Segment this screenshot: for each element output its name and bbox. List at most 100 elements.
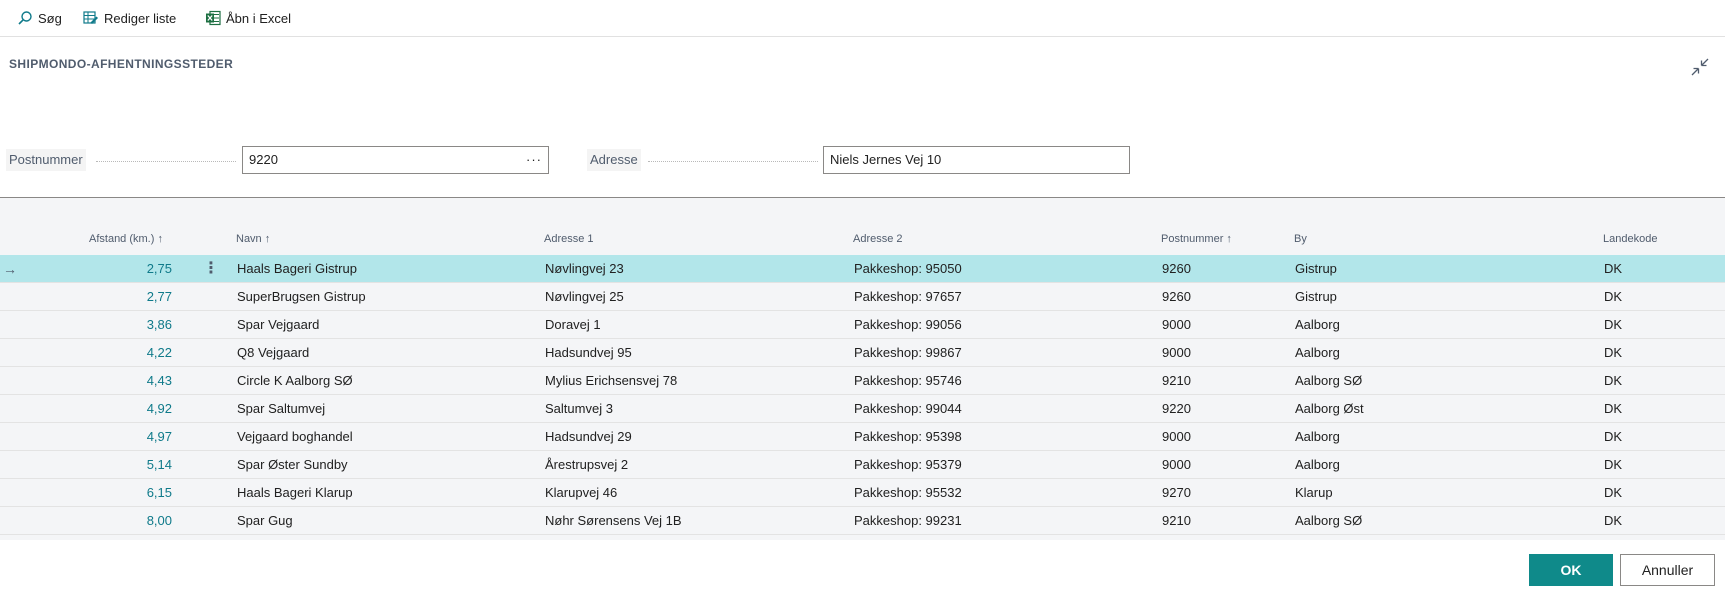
cell-landekode: DK (1604, 457, 1623, 472)
edit-list-button[interactable]: Rediger liste (83, 8, 176, 28)
cell-adresse2: Pakkeshop: 95746 (854, 373, 962, 388)
search-button[interactable]: Søg (17, 8, 62, 28)
table-row[interactable]: 8,00 Spar Gug Nøhr Sørensens Vej 1B Pakkesh… (0, 507, 1725, 535)
sort-arrow-icon: ↑ (264, 233, 271, 245)
cell-adresse2: Pakkeshop: 95532 (854, 485, 962, 500)
column-header-afstand[interactable]: Afstand (km.) ↑ (89, 233, 163, 245)
lookup-ellipsis-icon[interactable]: ··· (526, 147, 542, 173)
cell-by: Aalborg SØ (1295, 513, 1363, 528)
table-row[interactable]: 5,14 Spar Øster Sundby Årestrupsvej 2 Pakke… (0, 451, 1725, 479)
table-row[interactable]: 2,77 SuperBrugsen Gistrup Nøvlingvej 25 Pak… (0, 283, 1725, 311)
cell-afstand[interactable]: 4,97 (92, 423, 172, 451)
cell-navn: Spar Øster Sundby (237, 457, 348, 472)
cell-postnummer: 9000 (1162, 429, 1191, 444)
adresse-leader (648, 161, 818, 162)
table-row[interactable]: 4,43 Circle K Aalborg SØ Mylius Erichsensv… (0, 367, 1725, 395)
cancel-button[interactable]: Annuller (1620, 554, 1715, 586)
cell-navn: Haals Bageri Gistrup (237, 261, 357, 276)
cell-afstand[interactable]: 6,15 (92, 479, 172, 507)
collapse-icon (1691, 58, 1709, 76)
cell-afstand[interactable]: 2,75 (92, 255, 172, 283)
cell-afstand[interactable]: 5,14 (92, 451, 172, 479)
cell-adresse2: Pakkeshop: 97657 (854, 289, 962, 304)
cell-postnummer: 9270 (1162, 485, 1191, 500)
excel-icon (206, 10, 221, 26)
column-header-navn[interactable]: Navn ↑ (236, 233, 270, 245)
cell-navn: Vejgaard boghandel (237, 429, 353, 444)
column-header-landekode[interactable]: Landekode (1603, 233, 1657, 245)
cell-navn: Spar Vejgaard (237, 317, 320, 332)
column-header-adresse1[interactable]: Adresse 1 (544, 233, 594, 245)
cell-adresse2: Pakkeshop: 95379 (854, 457, 962, 472)
cell-by: Klarup (1295, 485, 1333, 500)
cell-afstand[interactable]: 4,43 (92, 367, 172, 395)
column-header-adresse2[interactable]: Adresse 2 (853, 233, 903, 245)
search-icon (18, 11, 32, 25)
page-title: SHIPMONDO-AFHENTNINGSSTEDER (9, 57, 234, 71)
cell-adresse2: Pakkeshop: 99044 (854, 401, 962, 416)
cell-adresse1: Nøvlingvej 25 (545, 289, 624, 304)
cell-adresse1: Årestrupsvej 2 (545, 457, 629, 472)
cell-by: Aalborg SØ (1295, 373, 1363, 388)
edit-list-icon (83, 11, 98, 24)
cell-landekode: DK (1604, 345, 1623, 360)
cell-landekode: DK (1604, 485, 1623, 500)
cell-postnummer: 9000 (1162, 457, 1191, 472)
cell-by: Gistrup (1295, 289, 1337, 304)
cell-adresse1: Nøvlingvej 23 (545, 261, 624, 276)
postnummer-value: 9220 (249, 152, 278, 167)
table-row[interactable]: 3,86 Spar Vejgaard Doravej 1 Pakkeshop: 990… (0, 311, 1725, 339)
cell-by: Aalborg (1295, 457, 1340, 472)
cell-by: Gistrup (1295, 261, 1337, 276)
collapse-button[interactable] (1689, 56, 1711, 78)
postnummer-field[interactable]: 9220 ··· (242, 146, 549, 174)
search-label: Søg (38, 10, 62, 26)
cell-landekode: DK (1604, 513, 1623, 528)
adresse-field[interactable]: Niels Jernes Vej 10 (823, 146, 1130, 174)
postnummer-leader (96, 161, 236, 162)
cell-by: Aalborg (1295, 345, 1340, 360)
cell-afstand[interactable]: 8,00 (92, 507, 172, 535)
cell-landekode: DK (1604, 317, 1623, 332)
cell-landekode: DK (1604, 401, 1623, 416)
cell-navn: Circle K Aalborg SØ (237, 373, 353, 388)
cell-afstand[interactable]: 3,86 (92, 311, 172, 339)
cell-adresse1: Hadsundvej 29 (545, 429, 632, 444)
cell-postnummer: 9260 (1162, 289, 1191, 304)
cell-postnummer: 9260 (1162, 261, 1191, 276)
cell-adresse1: Mylius Erichsensvej 78 (545, 373, 678, 388)
cell-navn: Spar Gug (237, 513, 293, 528)
cell-afstand[interactable]: 2,77 (92, 283, 172, 311)
cell-navn: SuperBrugsen Gistrup (237, 289, 366, 304)
cell-by: Aalborg (1295, 317, 1340, 332)
cell-postnummer: 9210 (1162, 513, 1191, 528)
column-header-by[interactable]: By (1294, 233, 1307, 245)
table-row[interactable]: 4,22 Q8 Vejgaard Hadsundvej 95 Pakkeshop: 9… (0, 339, 1725, 367)
action-toolbar: Søg Rediger liste Åbn i Excel (0, 0, 1725, 37)
postnummer-label: Postnummer (6, 149, 86, 171)
cell-postnummer: 9220 (1162, 401, 1191, 416)
cell-landekode: DK (1604, 373, 1623, 388)
sort-arrow-icon: ↑ (157, 233, 163, 245)
row-actions-icon[interactable]: ⋮ (203, 255, 219, 283)
table-row[interactable]: 6,15 Haals Bageri Klarup Klarupvej 46 Pakke… (0, 479, 1725, 507)
cell-navn: Spar Saltumvej (237, 401, 326, 416)
cell-adresse1: Nøhr Sørensens Vej 1B (545, 513, 682, 528)
table-row[interactable]: 4,97 Vejgaard boghandel Hadsundvej 29 Pakke… (0, 423, 1725, 451)
cell-landekode: DK (1604, 261, 1623, 276)
open-in-excel-button[interactable]: Åbn i Excel (205, 8, 291, 28)
cell-by: Aalborg Øst (1295, 401, 1364, 416)
cell-landekode: DK (1604, 429, 1623, 444)
cell-postnummer: 9000 (1162, 345, 1191, 360)
cell-adresse2: Pakkeshop: 99056 (854, 317, 962, 332)
cell-adresse1: Hadsundvej 95 (545, 345, 632, 360)
cell-postnummer: 9000 (1162, 317, 1191, 332)
column-header-postnummer[interactable]: Postnummer ↑ (1161, 233, 1232, 245)
table-row[interactable]: 4,92 Spar Saltumvej Saltumvej 3 Pakkeshop: … (0, 395, 1725, 423)
cell-adresse2: Pakkeshop: 99867 (854, 345, 962, 360)
ok-button[interactable]: OK (1529, 554, 1613, 586)
sort-arrow-icon: ↑ (1226, 233, 1232, 245)
cell-afstand[interactable]: 4,22 (92, 339, 172, 367)
table-row[interactable]: → ⋮ 2,75 Haals Bageri Gistrup Nøvlingvej 23 P… (0, 255, 1725, 283)
cell-afstand[interactable]: 4,92 (92, 395, 172, 423)
